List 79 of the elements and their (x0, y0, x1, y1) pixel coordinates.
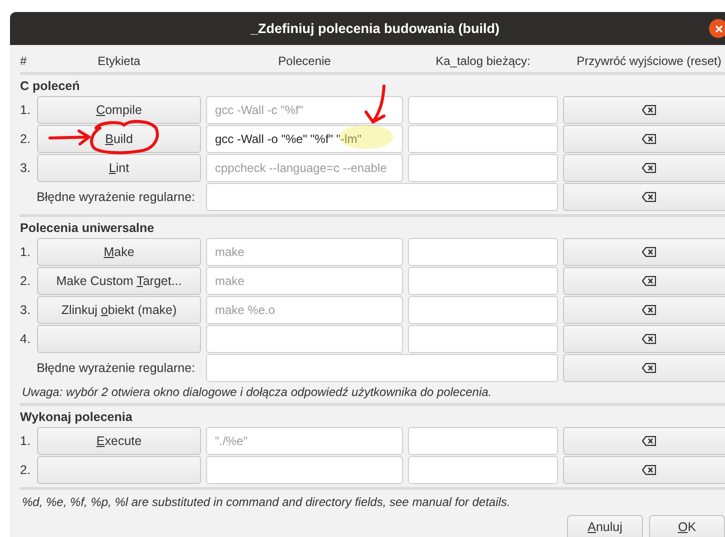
regex-label: Błędne wyrażenie regularne: (36, 361, 196, 375)
directory-field[interactable] (408, 267, 558, 295)
scribble-circle-drawing (90, 120, 159, 154)
reset-button[interactable] (563, 456, 725, 484)
column-header: Przywróć wyjściowe (reset) (576, 53, 722, 69)
command-field[interactable] (206, 325, 403, 353)
clear-icon (642, 247, 656, 257)
clear-icon (642, 363, 656, 373)
close-button[interactable] (709, 19, 725, 38)
reset-button[interactable] (563, 96, 725, 124)
row-number: 2. (20, 463, 32, 477)
label-button[interactable] (37, 325, 201, 353)
column-header: Etykieta (96, 53, 142, 69)
clear-icon (642, 105, 656, 115)
column-header: # (20, 53, 28, 69)
command-field[interactable]: gcc -Wall -c "%f" (206, 96, 403, 124)
clear-icon (642, 465, 656, 475)
command-field[interactable]: cppcheck --language=c --enable (206, 154, 403, 182)
row-number: 2. (20, 132, 32, 146)
row-number: 3. (20, 161, 32, 175)
dialog-button[interactable]: OK (649, 515, 725, 537)
arrow-drawing (48, 130, 90, 146)
directory-field[interactable] (408, 238, 558, 266)
reset-button[interactable] (563, 325, 725, 353)
command-field[interactable]: "./%e" (206, 427, 403, 455)
reset-button[interactable] (563, 125, 725, 153)
close-icon (714, 24, 722, 32)
window-title: _Zdefiniuj polecenia budowania (build) (250, 21, 500, 36)
dialog-button[interactable]: Anuluj (567, 515, 643, 537)
directory-field[interactable] (408, 125, 558, 153)
label-button[interactable]: Lint (37, 154, 201, 182)
row-number: 3. (20, 303, 32, 317)
label-button[interactable]: Make (37, 238, 201, 266)
clear-icon (642, 192, 656, 202)
clear-icon (642, 334, 656, 344)
directory-field[interactable] (408, 325, 558, 353)
section-title: Wykonaj polecenia (20, 409, 134, 426)
reset-button[interactable] (563, 296, 725, 324)
footnote-text: %d, %e, %f, %p, %l are substituted in command and directory fields, see manual for details. (21, 494, 512, 511)
clear-icon (642, 134, 656, 144)
regex-field[interactable] (206, 354, 558, 382)
clear-icon (642, 276, 656, 286)
reset-button[interactable] (563, 238, 725, 266)
column-header: Polecenie (277, 53, 332, 69)
row-number: 2. (20, 274, 32, 288)
reset-button[interactable] (563, 427, 725, 455)
note-text: Uwaga: wybór 2 otwiera okno dialogowe i dołącza odpowiedź użytkownika do polecenia. (21, 384, 493, 400)
clear-icon (642, 305, 656, 315)
label-button[interactable]: Zlinkuj obiekt (make) (37, 296, 201, 324)
label-button[interactable]: Make Custom Target... (37, 267, 201, 295)
reset-button[interactable] (563, 354, 725, 382)
directory-field[interactable] (408, 456, 558, 484)
label-button[interactable] (37, 456, 201, 484)
label-button[interactable]: Compile (37, 96, 201, 124)
row-number: 1. (20, 103, 32, 117)
reset-button[interactable] (563, 267, 725, 295)
command-field[interactable] (206, 456, 403, 484)
column-header: Ka_talog bieżący: (434, 53, 532, 69)
row-number: 1. (20, 434, 32, 448)
section-title: Polecenia uniwersalne (20, 220, 156, 237)
label-button[interactable]: Execute (37, 427, 201, 455)
section-title: C poleceń (20, 78, 81, 95)
reset-button[interactable] (563, 183, 725, 211)
directory-field[interactable] (408, 96, 558, 124)
command-field[interactable]: make (206, 267, 403, 295)
clear-icon (642, 163, 656, 173)
command-field[interactable]: make %e.o (206, 296, 403, 324)
command-field[interactable]: gcc -Wall -o "%e" "%f" "-lm" (206, 125, 403, 153)
command-field[interactable]: make (206, 238, 403, 266)
directory-field[interactable] (408, 154, 558, 182)
row-number: 4. (20, 332, 32, 346)
directory-field[interactable] (408, 296, 558, 324)
clear-icon (642, 436, 656, 446)
directory-field[interactable] (408, 427, 558, 455)
regex-field[interactable] (206, 183, 558, 211)
regex-label: Błędne wyrażenie regularne: (36, 190, 196, 204)
reset-button[interactable] (563, 154, 725, 182)
arrow-drawing (364, 84, 386, 124)
row-number: 1. (20, 245, 32, 259)
